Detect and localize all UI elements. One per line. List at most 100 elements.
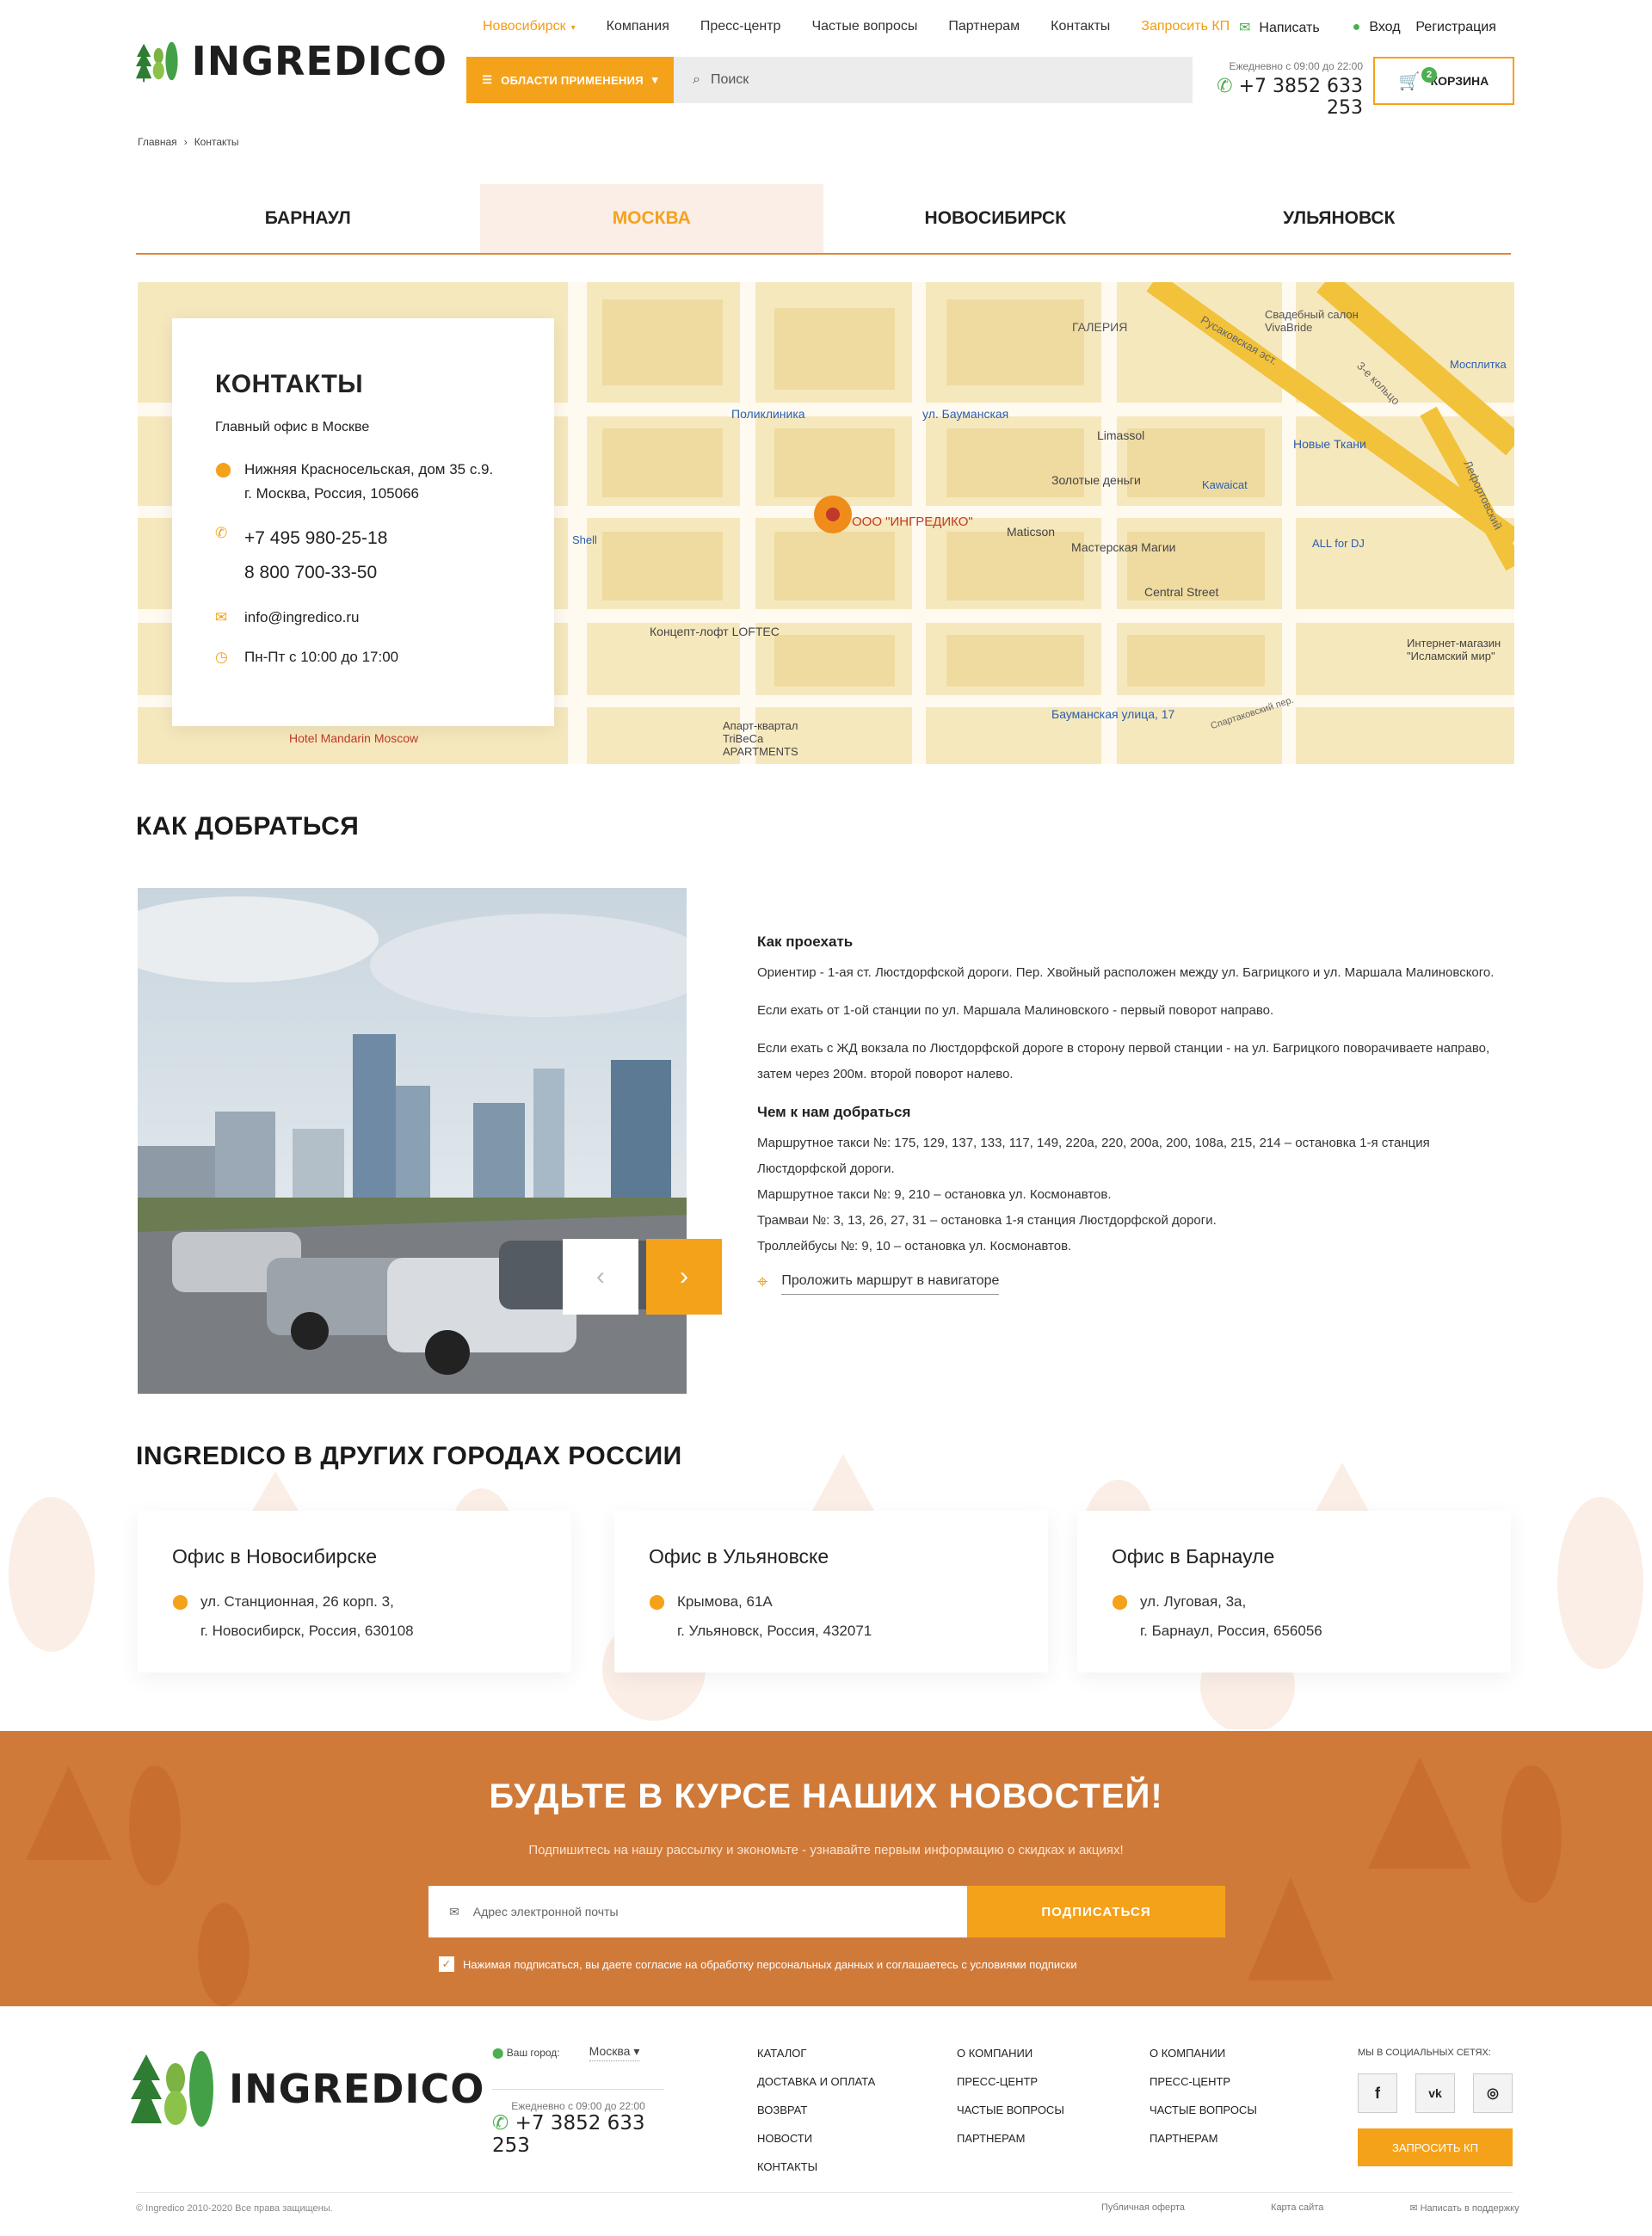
tab-moscow[interactable]: МОСКВА	[479, 184, 823, 253]
chevron-right-icon: ›	[680, 1262, 688, 1290]
footer-link[interactable]: ПРЕСС-ЦЕНТР	[1150, 2067, 1257, 2096]
tab-novosibirsk[interactable]: НОВОСИБИРСК	[823, 184, 1168, 253]
footer-link[interactable]: НОВОСТИ	[757, 2124, 875, 2153]
nav-request-kp[interactable]: Запросить КП	[1141, 19, 1230, 34]
map-label: Central Street	[1144, 585, 1219, 599]
phone-1[interactable]: +7 495 980-25-18	[244, 521, 387, 556]
search-input[interactable]: ⌕ Поиск	[674, 57, 1193, 103]
map-label: ГАЛЕРИЯ	[1072, 320, 1128, 334]
phone-2[interactable]: 8 800 700-33-50	[244, 556, 387, 590]
office-address-line: Крымова, 61А	[677, 1593, 773, 1610]
map-label: Мастерская Магии	[1071, 540, 1176, 554]
transport-title: Чем к нам добраться	[757, 1104, 911, 1120]
tab-ulyanovsk[interactable]: УЛЬЯНОВСК	[1168, 184, 1512, 253]
map-label: Концепт-лофт LOFTEC	[650, 625, 780, 638]
map-label: Новые Ткани	[1293, 437, 1366, 451]
nav-contacts[interactable]: Контакты	[1051, 19, 1110, 34]
footer-link[interactable]: ПРЕСС-ЦЕНТР	[957, 2067, 1064, 2096]
instagram-icon[interactable]: ◎	[1473, 2073, 1513, 2113]
footer-link[interactable]: ДОСТАВКА И ОПЛАТА	[757, 2067, 875, 2096]
footer-hours: Ежедневно с 09:00 до 22:00	[511, 2100, 645, 2112]
register-link[interactable]: Регистрация	[1415, 20, 1496, 34]
directions-text: Как проехать Ориентир - 1-ая ст. Люстдор…	[757, 929, 1514, 1295]
public-offer-link[interactable]: Публичная оферта	[1101, 2202, 1185, 2214]
support-link[interactable]: ✉ Написать в поддержку	[1409, 2202, 1519, 2214]
chevron-left-icon: ‹	[596, 1262, 605, 1290]
header-hours: Ежедневно с 09:00 до 22:00	[1229, 60, 1364, 72]
how-title: Как проехать	[757, 933, 854, 950]
footer-city-select[interactable]: Москва ▾	[589, 2044, 640, 2061]
write-link[interactable]: ✉ Написать	[1239, 19, 1320, 36]
header-phone[interactable]: ✆ +7 3852 633 253	[1208, 76, 1363, 119]
nav-press[interactable]: Пресс-центр	[700, 19, 781, 34]
newsletter-subtitle: Подпишитесь на нашу рассылку и экономьте…	[528, 1843, 1124, 1857]
search-icon: ⌕	[693, 72, 700, 87]
map-label: Мосплитка	[1450, 358, 1507, 371]
email-link[interactable]: info@ingredico.ru	[244, 606, 360, 630]
transport-line: Маршрутное такси №: 175, 129, 137, 133, …	[757, 1136, 1430, 1176]
contacts-address: ⬤ Нижняя Красносельская, дом 35 с.9. г. М…	[215, 458, 511, 506]
footer-city: ⬤ Ваш город: Москва ▾	[492, 2044, 640, 2061]
contacts-hours: ◷ Пн-Пт с 10:00 до 17:00	[215, 645, 511, 669]
nav-company[interactable]: Компания	[607, 19, 669, 34]
footer-phone[interactable]: ✆ +7 3852 633 253	[492, 2112, 664, 2157]
footer-link[interactable]: КОНТАКТЫ	[757, 2153, 875, 2181]
office-address-line: г. Барнаул, Россия, 656056	[1140, 1623, 1322, 1639]
search-placeholder: Поиск	[710, 72, 749, 87]
office-address-line: ул. Луговая, 3а,	[1140, 1593, 1247, 1610]
breadcrumb-current: Контакты	[194, 136, 239, 148]
nav-partners[interactable]: Партнерам	[948, 19, 1020, 34]
route-link[interactable]: ⌖ Проложить маршрут в навигаторе	[757, 1268, 1514, 1295]
footer-link[interactable]: О КОМПАНИИ	[957, 2039, 1064, 2067]
footer-logo[interactable]: INGREDICO	[131, 2046, 484, 2132]
slider-next-button[interactable]: ›	[646, 1239, 722, 1315]
support-link-label: Написать в поддержку	[1420, 2203, 1519, 2214]
breadcrumb-home[interactable]: Главная	[138, 136, 177, 148]
footer-link[interactable]: ЧАСТЫЕ ВОПРОСЫ	[1150, 2096, 1257, 2124]
footer-link[interactable]: ПАРТНЕРАМ	[957, 2124, 1064, 2153]
newsletter-email-input[interactable]: ✉ Адрес электронной почты	[428, 1886, 967, 1937]
vk-icon[interactable]: vk	[1415, 2073, 1455, 2113]
map-label: Бауманская улица, 17	[1051, 707, 1175, 721]
how-paragraph: Если ехать с ЖД вокзала по Люстдорфской …	[757, 1041, 1490, 1081]
footer-link[interactable]: ЧАСТЫЕ ВОПРОСЫ	[957, 2096, 1064, 2124]
office-address: ⬤ ул. Луговая, 3а, г. Барнаул, Россия, 656…	[1112, 1587, 1476, 1646]
consent-row: ✓ Нажимая подписаться, вы даете согласие…	[439, 1956, 1077, 1972]
tab-barnaul[interactable]: БАРНАУЛ	[136, 184, 480, 253]
subscribe-button[interactable]: ПОДПИСАТЬСЯ	[967, 1886, 1225, 1937]
facebook-icon[interactable]: f	[1358, 2073, 1397, 2113]
footer-request-kp-button[interactable]: ЗАПРОСИТЬ КП	[1358, 2128, 1513, 2166]
contacts-email: ✉ info@ingredico.ru	[215, 606, 511, 630]
email-placeholder: Адрес электронной почты	[472, 1905, 619, 1919]
header-logo[interactable]: INGREDICO	[136, 15, 447, 106]
footer-city-value: Москва	[589, 2044, 631, 2058]
footer-column-1: КАТАЛОГ ДОСТАВКА И ОПЛАТА ВОЗВРАТ НОВОСТ…	[757, 2039, 875, 2181]
sitemap-link[interactable]: Карта сайта	[1271, 2202, 1323, 2214]
slider-prev-button[interactable]: ‹	[563, 1239, 638, 1315]
footer-link[interactable]: ПАРТНЕРАМ	[1150, 2124, 1257, 2153]
location-pin-icon: ⬤	[172, 1593, 189, 1610]
transport-line: Маршрутное такси №: 9, 210 – остановка у…	[757, 1187, 1112, 1202]
footer-city-label: ⬤ Ваш город:	[492, 2047, 560, 2059]
footer-link[interactable]: О КОМПАНИИ	[1150, 2039, 1257, 2067]
phone-icon: ✆	[215, 525, 228, 541]
nav-faq[interactable]: Частые вопросы	[811, 19, 917, 34]
write-label: Написать	[1259, 21, 1320, 35]
footer-column-3: О КОМПАНИИ ПРЕСС-ЦЕНТР ЧАСТЫЕ ВОПРОСЫ ПА…	[1150, 2039, 1257, 2153]
city-selector[interactable]: Новосибирск ▾	[483, 19, 576, 34]
login-link[interactable]: Вход	[1369, 20, 1400, 34]
contacts-office: Главный офис в Москве	[215, 420, 370, 434]
mail-icon: ✉	[1409, 2203, 1421, 2214]
cart-button[interactable]: 🛒 2 КОРЗИНА	[1373, 57, 1514, 105]
footer-link[interactable]: КАТАЛОГ	[757, 2039, 875, 2067]
consent-checkbox[interactable]: ✓	[439, 1956, 454, 1972]
logo-trees-icon	[136, 41, 178, 82]
contacts-card: КОНТАКТЫ Главный офис в Москве ⬤ Нижняя …	[172, 318, 554, 726]
footer-link[interactable]: ВОЗВРАТ	[757, 2096, 875, 2124]
address-line-2: г. Москва, Россия, 105066	[244, 485, 419, 502]
areas-button[interactable]: ☰ ОБЛАСТИ ПРИМЕНЕНИЯ ▾	[466, 57, 674, 103]
route-link-label: Проложить маршрут в навигаторе	[781, 1268, 1000, 1295]
phone-icon: ✆	[1217, 76, 1239, 97]
contacts-phones: ✆ +7 495 980-25-18 8 800 700-33-50	[215, 521, 511, 590]
footer-logo-text: INGREDICO	[229, 2066, 485, 2112]
